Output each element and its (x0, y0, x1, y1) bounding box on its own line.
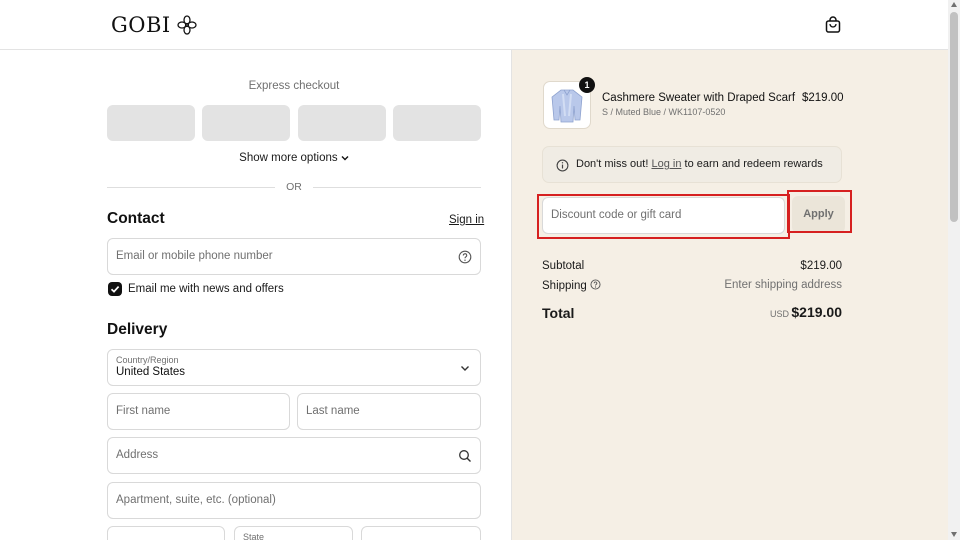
first-name-placeholder: First name (116, 405, 171, 417)
country-select[interactable]: Country/Region United States (107, 349, 481, 386)
discount-highlight-box (537, 194, 790, 239)
apartment-field[interactable]: Apartment, suite, etc. (optional) (107, 482, 481, 519)
apply-highlight-box (787, 190, 852, 233)
country-value: United States (116, 366, 186, 378)
newsletter-label: Email me with news and offers (128, 283, 284, 295)
zip-field[interactable] (361, 526, 481, 540)
state-select[interactable]: State (234, 526, 353, 540)
chevron-down-icon (461, 366, 469, 371)
flower-logo-icon (177, 15, 197, 35)
info-icon (556, 159, 569, 172)
header: GOBI (0, 0, 948, 50)
first-name-field[interactable]: First name (107, 393, 290, 430)
or-divider-text: OR (286, 181, 302, 193)
quantity-badge: 1 (579, 77, 595, 93)
product-price: $219.00 (802, 92, 844, 104)
shopping-bag-icon[interactable] (824, 16, 842, 34)
divider-right (313, 187, 481, 188)
rewards-prefix: Don't miss out! (576, 158, 649, 170)
help-circle-icon[interactable] (590, 279, 601, 290)
total-value: $219.00 (791, 304, 842, 320)
email-placeholder: Email or mobile phone number (116, 250, 273, 262)
search-icon (459, 450, 471, 462)
apartment-placeholder: Apartment, suite, etc. (optional) (116, 494, 276, 506)
express-checkout-title: Express checkout (248, 80, 340, 92)
city-field[interactable] (107, 526, 225, 540)
scroll-down-arrow-icon[interactable] (951, 532, 957, 537)
divider-left (107, 187, 275, 188)
page-scrollbar[interactable] (948, 0, 960, 540)
total-currency: USD (770, 309, 790, 319)
sign-in-link[interactable]: Sign in (449, 214, 484, 226)
chevron-down-icon (341, 155, 349, 161)
last-name-placeholder: Last name (306, 405, 360, 417)
express-pay-button-3[interactable] (298, 105, 386, 141)
shipping-row: Shipping (542, 279, 601, 292)
scroll-up-arrow-icon[interactable] (951, 2, 957, 7)
scrollbar-thumb[interactable] (950, 12, 958, 222)
show-more-options-button[interactable]: Show more options (107, 152, 481, 164)
last-name-field[interactable]: Last name (297, 393, 481, 430)
product-name: Cashmere Sweater with Draped Scarf (602, 92, 796, 104)
email-field[interactable]: Email or mobile phone number (107, 238, 481, 275)
rewards-banner: Don't miss out! Log in to earn and redee… (542, 146, 842, 183)
subtotal-value: $219.00 (800, 260, 842, 272)
address-field[interactable]: Address (107, 437, 481, 474)
delivery-heading: Delivery (107, 321, 168, 338)
address-placeholder: Address (116, 449, 159, 461)
total-label: Total (542, 305, 575, 321)
shipping-value: Enter shipping address (724, 279, 842, 291)
country-label: Country/Region (116, 355, 179, 365)
express-pay-button-1[interactable] (107, 105, 195, 141)
rewards-login-link[interactable]: Log in (651, 158, 681, 170)
shipping-label: Shipping (542, 280, 587, 292)
brand-name: GOBI (111, 13, 171, 37)
brand-logo[interactable]: GOBI (111, 13, 197, 37)
express-pay-button-4[interactable] (393, 105, 481, 141)
show-more-label: Show more options (239, 152, 338, 164)
rewards-suffix: to earn and redeem rewards (684, 158, 823, 170)
contact-heading: Contact (107, 210, 165, 227)
express-pay-button-2[interactable] (202, 105, 290, 141)
checkmark-icon (110, 286, 120, 293)
subtotal-label: Subtotal (542, 260, 585, 272)
state-label: State (243, 532, 265, 540)
rewards-text: Don't miss out! Log in to earn and redee… (576, 158, 823, 170)
help-circle-icon[interactable] (458, 250, 472, 264)
product-variant: S / Muted Blue / WK1107-0520 (602, 107, 726, 117)
newsletter-checkbox[interactable] (108, 282, 122, 296)
